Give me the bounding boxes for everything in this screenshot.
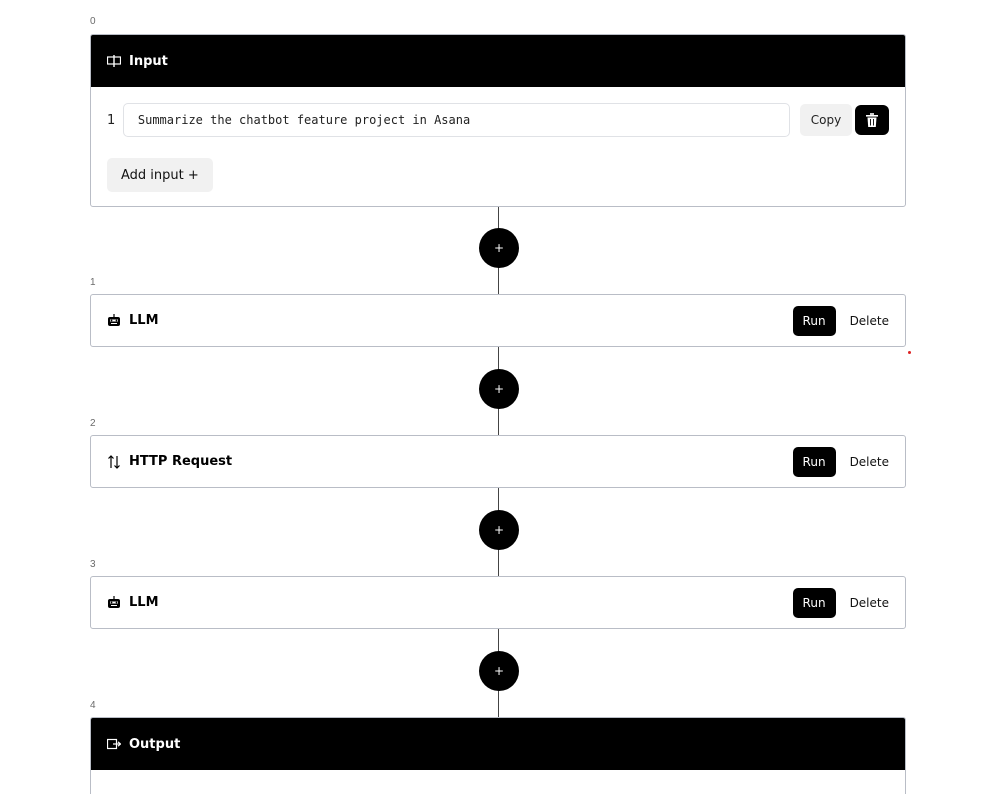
step-index: 2 — [90, 418, 96, 429]
input-block-title: Input — [129, 53, 168, 69]
copy-button[interactable]: Copy — [799, 104, 853, 136]
step-index: 3 — [90, 559, 96, 570]
input-block-header: Input — [91, 35, 905, 87]
delete-input-button[interactable] — [855, 105, 890, 135]
robot-icon — [107, 596, 121, 610]
add-step-button[interactable]: + — [479, 228, 519, 268]
delete-button[interactable]: Delete — [850, 314, 889, 328]
add-step-button[interactable]: + — [479, 510, 519, 550]
step-index: 0 — [90, 16, 96, 27]
input-block: Input 1 Copy Add input + — [90, 34, 906, 207]
arrows-up-down-icon — [107, 454, 121, 469]
step-index: 4 — [90, 700, 96, 711]
robot-icon — [107, 314, 121, 328]
output-block-title: Output — [129, 736, 181, 752]
node-llm: LLM Run Delete — [90, 294, 906, 347]
output-block-header: Output — [91, 718, 905, 770]
node-llm: LLM Run Delete — [90, 576, 906, 629]
add-input-button[interactable]: Add input + — [107, 158, 213, 192]
run-button[interactable]: Run — [792, 305, 836, 336]
delete-button[interactable]: Delete — [850, 596, 889, 610]
workflow-canvas: 0 Input 1 Copy Add input + + 1 — [0, 0, 1000, 794]
output-block-body — [91, 770, 905, 794]
add-step-button[interactable]: + — [479, 651, 519, 691]
trash-icon — [865, 113, 879, 127]
step-index: 1 — [90, 277, 96, 288]
output-icon — [107, 737, 121, 751]
output-block: Output — [90, 717, 906, 794]
node-title: LLM — [129, 313, 159, 328]
add-step-button[interactable]: + — [479, 369, 519, 409]
node-http-request: HTTP Request Run Delete — [90, 435, 906, 488]
input-icon — [107, 54, 121, 68]
delete-button[interactable]: Delete — [850, 455, 889, 469]
cursor-dot — [908, 351, 911, 354]
run-button[interactable]: Run — [792, 587, 836, 618]
run-button[interactable]: Run — [792, 446, 836, 477]
input-row-number: 1 — [107, 112, 116, 128]
node-title: LLM — [129, 595, 159, 610]
input-text-field[interactable] — [122, 103, 790, 137]
node-title: HTTP Request — [129, 454, 233, 469]
input-block-body: 1 Copy Add input + — [91, 87, 905, 206]
input-row: 1 Copy — [107, 103, 890, 137]
